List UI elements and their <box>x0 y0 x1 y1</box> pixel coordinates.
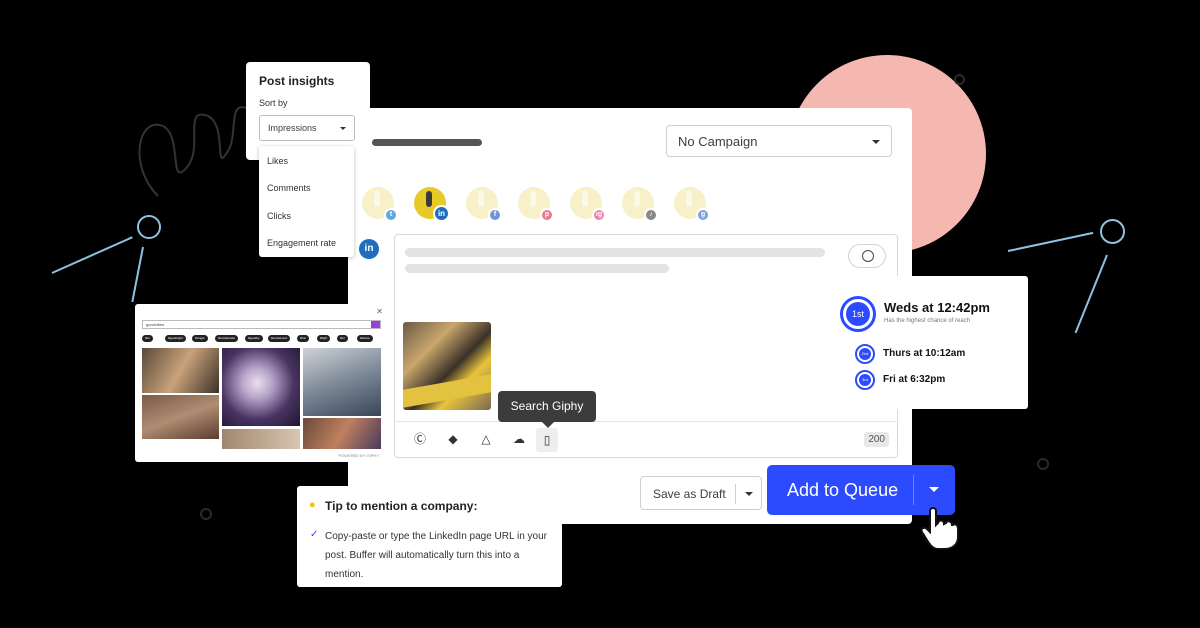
save-draft-label: Save as Draft <box>653 487 726 501</box>
giphy-tag[interactable]: #dance <box>357 335 373 342</box>
profile-avatar-tiktok[interactable]: ♪ <box>622 187 658 222</box>
giphy-attribution: POWERED BY GIPHY <box>338 453 379 458</box>
pinterest-icon: p <box>540 208 554 222</box>
gif-thumbnail[interactable] <box>303 348 381 416</box>
giphy-tag[interactable]: #light <box>317 335 331 342</box>
decorative-squiggle <box>138 106 247 197</box>
editor-toolbar: Ⓒ ◆ △ ☁ ▯ 200 <box>395 421 897 458</box>
gif-thumbnail[interactable] <box>142 395 219 439</box>
giphy-tag[interactable]: #excitement <box>268 335 291 342</box>
decorative-line <box>1074 254 1108 334</box>
instagram-icon: ig <box>592 208 606 222</box>
decorative-line <box>51 236 133 274</box>
profile-avatar-instagram[interactable]: ig <box>570 187 606 222</box>
add-to-queue-label: Add to Queue <box>787 480 899 500</box>
sort-select-value: Impressions <box>268 123 317 133</box>
linkedin-icon: in <box>359 239 379 259</box>
giphy-tag[interactable]: #single <box>192 335 208 342</box>
linkedin-icon: in <box>433 205 450 222</box>
tip-title: Tip to mention a company: <box>325 499 478 513</box>
file-icon: ▯ <box>543 433 551 447</box>
giphy-search-input[interactable]: goodvibes <box>142 320 381 329</box>
decorative-line <box>1007 231 1094 252</box>
best-time[interactable]: Weds at 12:42pm <box>884 300 990 315</box>
attached-image[interactable] <box>403 322 491 410</box>
save-draft-button[interactable]: Save as Draft <box>640 476 762 510</box>
mention-tip-card: ● Tip to mention a company: ✓ Copy-paste… <box>297 486 562 587</box>
giphy-tag[interactable]: #excitetreats <box>215 335 239 342</box>
campaign-select[interactable]: No Campaign <box>666 125 892 157</box>
gif-thumbnail[interactable] <box>142 348 219 393</box>
giphy-tag[interactable]: #hal <box>297 335 309 342</box>
time-slot-badge[interactable]: 2nd <box>855 344 875 364</box>
chevron-down-icon <box>872 140 880 144</box>
sort-dropdown-menu: Likes Comments Clicks Engagement rate <box>259 146 354 257</box>
dropbox-icon[interactable]: ◆ <box>446 432 460 446</box>
gif-thumbnail[interactable] <box>222 429 300 449</box>
giphy-picker: ✕ goodvibes #lol #goodnight #single #exc… <box>135 304 388 462</box>
search-icon[interactable] <box>371 321 380 328</box>
sort-by-label: Sort by <box>259 98 288 108</box>
gif-thumbnail[interactable] <box>222 348 300 426</box>
profile-avatar-google-business[interactable]: g <box>674 187 710 222</box>
profile-avatar-facebook[interactable]: f <box>466 187 502 222</box>
title-placeholder <box>372 139 482 146</box>
emoji-button[interactable] <box>848 244 886 268</box>
profile-avatar-pinterest[interactable]: p <box>518 187 554 222</box>
gif-thumbnail[interactable] <box>303 418 381 449</box>
giphy-button[interactable]: ▯ <box>536 428 558 452</box>
sort-option-clicks[interactable]: Clicks <box>267 211 291 221</box>
second-time[interactable]: Thurs at 10:12am <box>883 348 965 359</box>
campaign-select-value: No Campaign <box>678 134 758 149</box>
divider <box>735 484 736 504</box>
character-count: 200 <box>864 432 889 447</box>
optimal-times-card: 1st Weds at 12:42pm Has the highest chan… <box>823 276 1028 409</box>
decorative-dot <box>954 74 965 85</box>
giphy-tag[interactable]: #goodnight <box>165 335 186 342</box>
close-icon[interactable]: ✕ <box>376 307 383 316</box>
checkmark-icon: ✓ <box>310 529 319 540</box>
time-slot-badge[interactable]: 1st <box>840 296 876 332</box>
profile-avatar-twitter[interactable]: t <box>362 187 398 222</box>
facebook-icon: f <box>488 208 502 222</box>
giphy-tag[interactable]: #lol <box>337 335 348 342</box>
post-insights-title: Post insights <box>259 74 335 88</box>
third-time[interactable]: Fri at 6:32pm <box>883 374 945 385</box>
time-slot-badge[interactable]: 3rd <box>855 370 875 390</box>
tiktok-icon: ♪ <box>644 208 658 222</box>
chevron-down-icon <box>340 127 346 130</box>
google-business-icon: g <box>696 208 710 222</box>
best-time-note: Has the highest chance of reach <box>884 318 971 324</box>
giphy-tag[interactable]: #goodby <box>245 335 263 342</box>
profile-avatar-linkedin[interactable]: in <box>414 187 450 222</box>
twitter-icon: t <box>384 208 398 222</box>
decorative-dot <box>1037 458 1049 470</box>
onedrive-icon[interactable]: ☁ <box>512 432 526 446</box>
decorative-ring <box>1100 219 1125 244</box>
giphy-tooltip: Search Giphy <box>498 391 596 428</box>
text-placeholder <box>405 264 669 273</box>
sort-option-comments[interactable]: Comments <box>267 183 311 193</box>
decorative-ring <box>137 215 161 239</box>
divider <box>913 475 914 505</box>
text-placeholder <box>405 248 825 257</box>
chevron-down-icon[interactable] <box>929 487 939 492</box>
google-drive-icon[interactable]: △ <box>479 432 493 446</box>
sort-option-engagement-rate[interactable]: Engagement rate <box>267 238 336 248</box>
giphy-tag[interactable]: #lol <box>142 335 153 342</box>
sort-select[interactable]: Impressions <box>259 115 355 141</box>
sort-option-likes[interactable]: Likes <box>267 156 288 166</box>
lightbulb-icon: ● <box>309 499 316 511</box>
decorative-line <box>131 246 144 303</box>
chevron-down-icon[interactable] <box>745 492 753 496</box>
tip-body: Copy-paste or type the LinkedIn page URL… <box>325 531 547 580</box>
canva-icon[interactable]: Ⓒ <box>413 432 427 446</box>
hand-cursor-icon <box>920 507 959 550</box>
decorative-dot <box>200 508 212 520</box>
giphy-search-value: goodvibes <box>146 322 165 327</box>
